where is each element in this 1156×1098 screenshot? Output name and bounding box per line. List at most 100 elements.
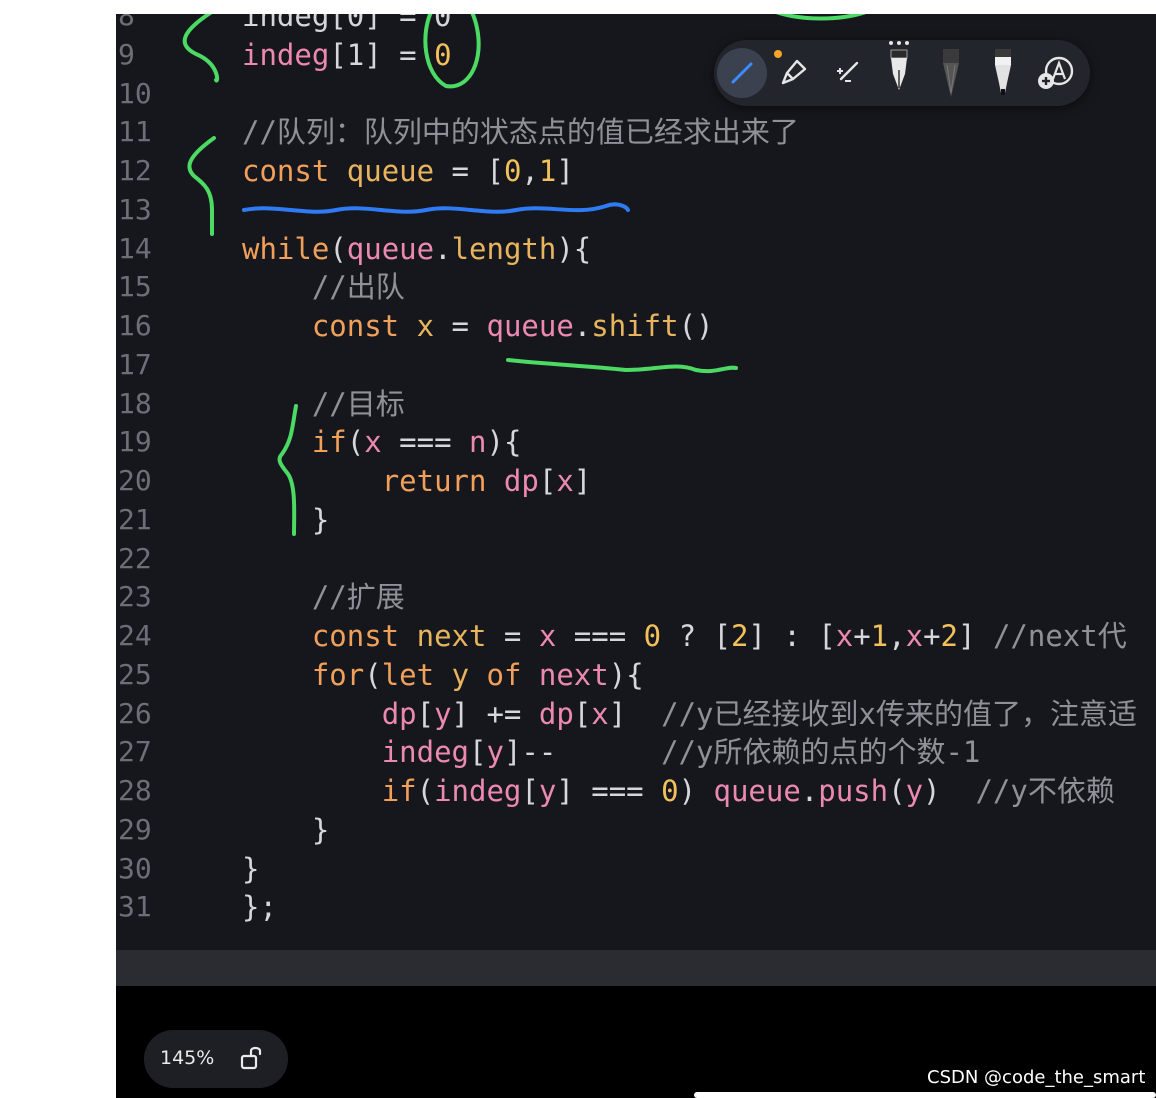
line-number: 16 bbox=[118, 309, 152, 342]
code-line[interactable]: 21 } bbox=[116, 500, 1156, 540]
marker-tool[interactable] bbox=[978, 42, 1028, 104]
code-line[interactable]: 13 bbox=[116, 190, 1156, 230]
fountain-pen-tool[interactable] bbox=[874, 40, 924, 102]
watermark: CSDN @code_the_smart bbox=[927, 1067, 1146, 1088]
line-code: return dp[x] bbox=[242, 461, 592, 501]
line-code: for(let y of next){ bbox=[242, 655, 644, 695]
code-token: + bbox=[853, 619, 871, 653]
code-line[interactable]: 23 //扩展 bbox=[116, 577, 1156, 617]
code-line[interactable]: 18 //目标 bbox=[116, 384, 1156, 424]
code-token: ( bbox=[364, 657, 382, 692]
code-line[interactable]: 20 return dp[x] bbox=[116, 461, 1156, 501]
add-shape-tool[interactable] bbox=[1030, 48, 1080, 98]
code-token: ]-- bbox=[503, 735, 662, 770]
code-token: of bbox=[486, 657, 522, 692]
code-token: y bbox=[486, 735, 504, 770]
line-number: 11 bbox=[118, 115, 152, 149]
code-token: = [ bbox=[434, 154, 504, 188]
code-line[interactable]: 30} bbox=[116, 849, 1156, 889]
code-token: 0 bbox=[503, 154, 522, 188]
code-line[interactable]: 28 if(indeg[y] === 0) queue.push(y) //y不… bbox=[116, 771, 1156, 811]
code-line[interactable]: 14 while(queue.length){ bbox=[116, 229, 1156, 269]
code-token: const bbox=[311, 309, 400, 343]
code-line[interactable]: 16 const x = queue.shift() bbox=[116, 306, 1156, 346]
pencil-tool[interactable] bbox=[926, 42, 976, 104]
marker-icon bbox=[995, 49, 1011, 95]
code-token: //y已经接收到x传来的值了，注意适 bbox=[661, 696, 1137, 731]
code-token: 1 bbox=[870, 619, 889, 653]
code-token: queue bbox=[486, 309, 574, 343]
code-token: let bbox=[381, 657, 435, 692]
code-token: const bbox=[242, 154, 330, 188]
code-line[interactable]: 22 bbox=[116, 539, 1156, 579]
code-line[interactable]: 19 if(x === n){ bbox=[116, 422, 1156, 462]
editor-bottom-strip bbox=[116, 950, 1156, 986]
code-token: ) bbox=[678, 774, 714, 808]
code-line[interactable]: 27 indeg[y]-- //y所依赖的点的个数-1 bbox=[116, 732, 1156, 772]
code-line[interactable]: 8 indeg[0] = 0 bbox=[116, 14, 1156, 36]
code-line[interactable]: 15 //出队 bbox=[116, 267, 1156, 307]
pen-tool[interactable] bbox=[717, 48, 767, 98]
code-token: = bbox=[486, 619, 539, 653]
code-editor[interactable]: 8 indeg[0] = 0 9 indeg[1] = 0 10 11//队列：队列中的状… bbox=[116, 14, 1156, 950]
code-token: //队列：队列中的状态点的值已经求出来了 bbox=[242, 115, 799, 150]
code-line[interactable]: 24 const next = x === 0 ? [2] : [x+1,x+2… bbox=[116, 616, 1156, 656]
line-number: 12 bbox=[118, 154, 152, 187]
code-token: ] === bbox=[556, 774, 662, 808]
code-token: //y所依赖的点的个数-1 bbox=[661, 735, 981, 770]
line-code: const x = queue.shift() bbox=[242, 306, 714, 346]
highlighter-tool[interactable] bbox=[768, 48, 818, 98]
code-token: , bbox=[521, 154, 539, 188]
code-token: //y不依赖 bbox=[975, 774, 1115, 808]
code-token: x bbox=[556, 464, 574, 498]
code-token: y bbox=[434, 696, 452, 731]
screen: 8 indeg[0] = 0 9 indeg[1] = 0 10 11//队列：队列中的状… bbox=[116, 14, 1156, 1098]
code-token: x bbox=[364, 425, 382, 460]
line-code: } bbox=[242, 500, 329, 540]
code-line[interactable]: 12 const queue = [0,1] bbox=[116, 151, 1156, 191]
zoom-lock-chip[interactable]: 145% bbox=[144, 1030, 288, 1088]
code-line[interactable]: 17 bbox=[116, 345, 1156, 385]
code-line[interactable]: 25 for(let y of next){ bbox=[116, 655, 1156, 695]
code-token: indeg bbox=[434, 774, 522, 808]
unlock-icon[interactable] bbox=[238, 1044, 268, 1074]
code-token: 0 bbox=[434, 37, 452, 72]
line-number: 15 bbox=[118, 270, 152, 304]
code-token: [ bbox=[469, 735, 487, 770]
code-line[interactable]: 31}; bbox=[116, 887, 1156, 927]
lasso-tool[interactable] bbox=[822, 48, 872, 98]
line-number: 29 bbox=[118, 812, 152, 846]
code-token: ] bbox=[573, 464, 592, 498]
code-token: 0 bbox=[661, 774, 679, 808]
code-token: ( bbox=[888, 774, 906, 808]
code-token: 1 bbox=[538, 154, 557, 188]
code-line[interactable]: 11 //队列：队列中的状态点的值已经求出来了 bbox=[116, 112, 1156, 152]
add-shape-icon bbox=[1038, 56, 1074, 89]
code-token: ] bbox=[556, 154, 574, 188]
code-line[interactable]: 29 } bbox=[116, 810, 1156, 850]
graphite-pencil-icon bbox=[943, 49, 959, 97]
code-token: ( bbox=[329, 231, 347, 266]
code-token: next bbox=[416, 619, 487, 653]
code-token: 0 bbox=[643, 619, 662, 653]
code-token: [1] = bbox=[329, 37, 435, 72]
line-code: //出队 bbox=[242, 267, 405, 307]
code-token: ){ bbox=[608, 657, 644, 692]
code-token: y bbox=[538, 774, 557, 808]
code-token: next bbox=[538, 657, 609, 692]
line-code: indeg[0] = 0 bbox=[242, 14, 452, 36]
code-token: ){ bbox=[486, 425, 522, 460]
code-line[interactable]: 26 dp[y] += dp[x] //y已经接收到x传来的值了，注意适 bbox=[116, 694, 1156, 734]
code-token: ( bbox=[416, 774, 435, 808]
line-code: }; bbox=[242, 887, 277, 927]
line-code: indeg[1] = 0 bbox=[242, 35, 452, 75]
